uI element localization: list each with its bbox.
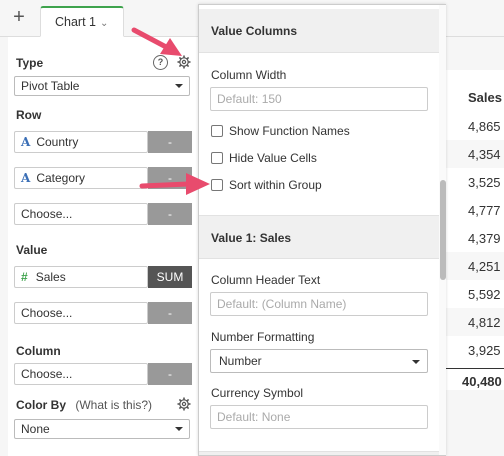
column-header-text-label: Column Header Text <box>211 273 321 287</box>
chart-config-panel: Type ? Pivot Table Row A Country - A Categ… <box>8 37 198 456</box>
tab-label: Chart 1 <box>55 15 96 29</box>
hide-value-cells-label: Hide Value Cells <box>229 151 317 165</box>
section-divider <box>199 451 439 455</box>
remove-value-choose-button[interactable]: - <box>148 302 192 324</box>
row-field-country[interactable]: A Country <box>14 131 148 153</box>
number-formatting-label: Number Formatting <box>211 330 315 344</box>
settings-popup: Value Columns Column Width Default: 150 … <box>198 4 446 456</box>
sort-within-group-label: Sort within Group <box>229 178 322 192</box>
column-header-sales[interactable]: Sales <box>468 90 502 105</box>
add-tab-button[interactable]: + <box>8 6 30 28</box>
remove-row-country-button[interactable]: - <box>148 131 192 153</box>
chart-type-select[interactable]: Pivot Table <box>14 76 190 96</box>
table-cell: 4,251 <box>468 259 501 274</box>
color-by-help-link[interactable]: (What is this?) <box>75 398 152 412</box>
color-by-title: Color By <box>16 398 67 412</box>
table-cell: 4,777 <box>468 203 501 218</box>
column-choose-label: Choose... <box>21 367 73 381</box>
table-cell: 3,525 <box>468 175 501 190</box>
row-choose-field[interactable]: Choose... <box>14 203 148 225</box>
value-field-sales[interactable]: # Sales <box>14 266 148 288</box>
type-label: Type <box>16 56 44 70</box>
value-choose-field[interactable]: Choose... <box>14 302 148 324</box>
table-cell: 3,925 <box>468 343 501 358</box>
color-by-select[interactable]: None <box>14 419 190 439</box>
table-cell: 4,812 <box>468 315 501 330</box>
value-label: Value <box>16 243 48 257</box>
number-type-icon: # <box>21 270 28 284</box>
pivot-table: Sales 4,865 4,354 3,525 4,777 4,379 4,25… <box>446 70 504 390</box>
show-function-names-checkbox[interactable] <box>211 125 223 137</box>
column-width-label: Column Width <box>211 68 287 82</box>
value-field-label: Sales <box>35 270 66 284</box>
panel-scrollbar[interactable] <box>439 5 446 455</box>
total-divider <box>446 368 504 369</box>
column-choose-field[interactable]: Choose... <box>14 363 148 385</box>
aggregation-button[interactable]: SUM <box>148 266 192 288</box>
gear-icon[interactable] <box>177 397 191 411</box>
chart-type-value: Pivot Table <box>21 79 80 93</box>
row-label: Row <box>16 108 42 122</box>
sort-within-group-checkbox[interactable] <box>211 179 223 191</box>
column-width-input[interactable]: Default: 150 <box>210 87 428 111</box>
table-total: 40,480 <box>462 374 502 389</box>
column-label: Column <box>16 344 61 358</box>
table-cell: 4,354 <box>468 147 501 162</box>
number-formatting-value: Number <box>219 354 262 368</box>
caret-down-icon <box>175 84 183 88</box>
hide-value-cells-checkbox[interactable] <box>211 152 223 164</box>
scrollbar-thumb[interactable] <box>440 180 446 280</box>
remove-column-choose-button[interactable]: - <box>148 363 192 385</box>
color-by-value: None <box>21 422 50 436</box>
text-type-icon: A <box>21 171 31 185</box>
table-cell: 5,592 <box>468 287 501 302</box>
row-field-label: Country <box>36 135 79 149</box>
row-field-label: Category <box>36 171 86 185</box>
table-cell: 4,865 <box>468 119 501 134</box>
chevron-down-icon[interactable]: ⌄ <box>100 18 108 29</box>
row-field-category[interactable]: A Category <box>14 167 148 189</box>
row-choose-label: Choose... <box>21 207 73 221</box>
annotation-arrow-icon <box>131 27 182 56</box>
section-value-columns: Value Columns <box>199 9 439 53</box>
remove-row-choose-button[interactable]: - <box>148 203 192 225</box>
tab-chart-1[interactable]: Chart 1 ⌄ <box>40 6 124 37</box>
currency-symbol-label: Currency Symbol <box>211 386 304 400</box>
section-value-1-sales: Value 1: Sales <box>199 215 439 259</box>
currency-symbol-input[interactable]: Default: None <box>210 405 428 429</box>
caret-down-icon <box>412 360 420 364</box>
text-type-icon: A <box>21 135 31 149</box>
value-choose-label: Choose... <box>21 306 73 320</box>
annotation-arrow-icon <box>139 173 210 195</box>
number-formatting-select[interactable]: Number <box>210 349 428 373</box>
caret-down-icon <box>175 427 183 431</box>
table-cell: 4,379 <box>468 231 501 246</box>
color-by-label: Color By (What is this?) <box>16 398 152 412</box>
show-function-names-label: Show Function Names <box>229 124 350 138</box>
column-header-text-input[interactable]: Default: (Column Name) <box>210 292 428 316</box>
